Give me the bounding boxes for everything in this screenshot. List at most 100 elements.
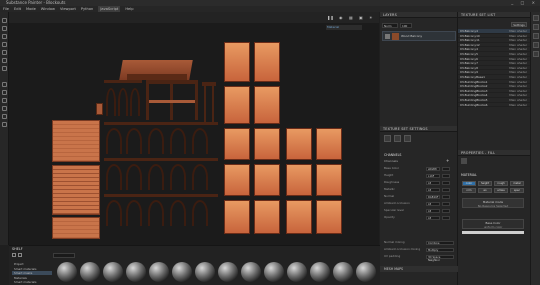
- visibility-icon[interactable]: [385, 34, 390, 39]
- layer-name: Wood Balcony: [401, 34, 423, 38]
- properties-panel: PROPERTIES - FILL MATERIAL color height …: [458, 150, 530, 285]
- history-icon[interactable]: [533, 42, 539, 48]
- material-preview[interactable]: [172, 262, 192, 282]
- channel-toggle-height[interactable]: height: [478, 181, 492, 186]
- channel-row[interactable]: Opacity L8: [384, 215, 454, 220]
- material-preview[interactable]: [356, 262, 376, 282]
- normal-mixing-row[interactable]: Normal mixing Combine: [384, 240, 454, 245]
- clone-icon[interactable]: [2, 58, 7, 63]
- material-preview[interactable]: [333, 262, 353, 282]
- bake-icon[interactable]: [384, 135, 391, 142]
- brush-settings-icon[interactable]: [2, 122, 7, 127]
- material-preview[interactable]: [310, 262, 330, 282]
- viewport-3d[interactable]: [9, 12, 379, 245]
- arch-row: [104, 158, 218, 190]
- polygon-fill-icon[interactable]: [2, 42, 7, 47]
- material-preview[interactable]: [126, 262, 146, 282]
- symmetry-icon[interactable]: [2, 106, 7, 111]
- properties-title: PROPERTIES - FILL: [458, 150, 530, 156]
- channel-toggle-rough[interactable]: rough: [494, 181, 508, 186]
- base-color-swatch[interactable]: [462, 231, 524, 234]
- material-preview[interactable]: [103, 262, 123, 282]
- eraser-icon[interactable]: [2, 26, 7, 31]
- shader-settings-icon[interactable]: [533, 33, 539, 39]
- texture-set-list: 03-Balcony4 Main shader 03-Balcony10 Main …: [458, 29, 530, 108]
- channel-row[interactable]: Normal RGB16F: [384, 194, 454, 199]
- log-icon[interactable]: [533, 51, 539, 57]
- balcony-module: [104, 80, 142, 120]
- material-preview[interactable]: [264, 262, 284, 282]
- base-color-box[interactable]: Base Color uniform color: [462, 219, 524, 229]
- material-preview[interactable]: [195, 262, 215, 282]
- folder-icon[interactable]: [12, 253, 16, 257]
- channel-toggle-emiss[interactable]: emiss: [494, 188, 508, 193]
- material-preview[interactable]: [149, 262, 169, 282]
- channels-title: CHANNELS: [384, 153, 402, 157]
- app-title: Substance Painter - Blockouts: [6, 0, 66, 5]
- material-preview[interactable]: [80, 262, 100, 282]
- list-item[interactable]: 03-BuildingBlocks6 Main shader: [458, 103, 530, 108]
- maximize-icon[interactable]: □: [521, 0, 528, 5]
- lights-icon[interactable]: ☀: [369, 15, 373, 20]
- balcony-module: [146, 80, 198, 120]
- channel-toggle-metal[interactable]: metal: [510, 181, 524, 186]
- layer-icon[interactable]: [2, 114, 7, 119]
- bake-icon[interactable]: [2, 82, 7, 87]
- camera-icon[interactable]: ◉: [339, 15, 343, 20]
- pause-icon[interactable]: ❚❚: [327, 15, 334, 20]
- display-settings-icon[interactable]: [533, 24, 539, 30]
- add-channel-icon[interactable]: +: [446, 158, 449, 163]
- channel-toggle-color[interactable]: color: [462, 181, 476, 186]
- projection-icon[interactable]: [2, 34, 7, 39]
- material-preview[interactable]: [57, 262, 77, 282]
- channel-toggle-nrm[interactable]: nrm: [462, 188, 476, 193]
- window-panel: [224, 42, 250, 82]
- material-preview[interactable]: [218, 262, 238, 282]
- material-mode-box[interactable]: Material mode No Resource Selected: [462, 198, 524, 208]
- channel-toggle-spec[interactable]: spec: [510, 188, 524, 193]
- window-panel: [254, 128, 280, 160]
- window-panel: [254, 86, 280, 124]
- channel-row[interactable]: Metallic L8: [384, 187, 454, 192]
- quick-mask-icon[interactable]: [2, 98, 7, 103]
- ao-mixing-row[interactable]: Ambient occlusion mixing Multiply: [384, 247, 454, 252]
- shelf-title: SHELF: [12, 247, 23, 251]
- channel-toggle-ao[interactable]: ao: [478, 188, 492, 193]
- layers-panel: LAYERS Norm 100 Wood Balcony: [380, 12, 458, 126]
- mesh-icon[interactable]: [394, 135, 401, 142]
- opacity-field[interactable]: 100: [400, 23, 412, 28]
- material-preview[interactable]: [241, 262, 261, 282]
- window-panel: [286, 200, 312, 234]
- grid-icon[interactable]: ▦: [349, 15, 353, 20]
- shelf-category[interactable]: Smart materials: [12, 280, 52, 284]
- channels-header-label: Channels: [384, 159, 398, 163]
- settings-button[interactable]: Settings: [511, 22, 527, 27]
- maximize-panel-icon[interactable]: [533, 15, 539, 21]
- channel-row[interactable]: Ambient occlusion L8: [384, 201, 454, 206]
- minimize-icon[interactable]: _: [511, 0, 516, 5]
- blend-mode-select[interactable]: Norm: [382, 23, 398, 28]
- mesh-maps-title[interactable]: MESH MAPS: [380, 266, 458, 272]
- uv-padding-row[interactable]: UV padding 3D Space Neighbor: [384, 254, 454, 262]
- channel-row[interactable]: Height L16F: [384, 173, 454, 178]
- paint-brush-icon[interactable]: [2, 18, 7, 23]
- color-picker-icon[interactable]: [2, 66, 7, 71]
- import-icon[interactable]: [18, 253, 22, 257]
- uv-icon[interactable]: [404, 135, 411, 142]
- base-color-sub: uniform color: [483, 225, 503, 229]
- channel-row[interactable]: Specular level L8: [384, 208, 454, 213]
- smudge-icon[interactable]: [2, 50, 7, 55]
- geometry-icon[interactable]: [2, 90, 7, 95]
- right-icon-strip: [530, 12, 540, 285]
- shelf-search-input[interactable]: [53, 253, 75, 258]
- arch-row: [104, 122, 218, 154]
- channel-row[interactable]: Roughness L8: [384, 180, 454, 185]
- viewport-mode-dropdown[interactable]: Material: [326, 25, 362, 30]
- channel-row[interactable]: Base Color sRGB8: [384, 166, 454, 171]
- material-preview[interactable]: [287, 262, 307, 282]
- fill-icon[interactable]: [461, 158, 467, 164]
- close-icon[interactable]: ×: [532, 0, 538, 5]
- display-icon[interactable]: ▣: [359, 15, 363, 20]
- window-panel: [316, 128, 342, 160]
- layer-row[interactable]: Wood Balcony: [382, 31, 456, 41]
